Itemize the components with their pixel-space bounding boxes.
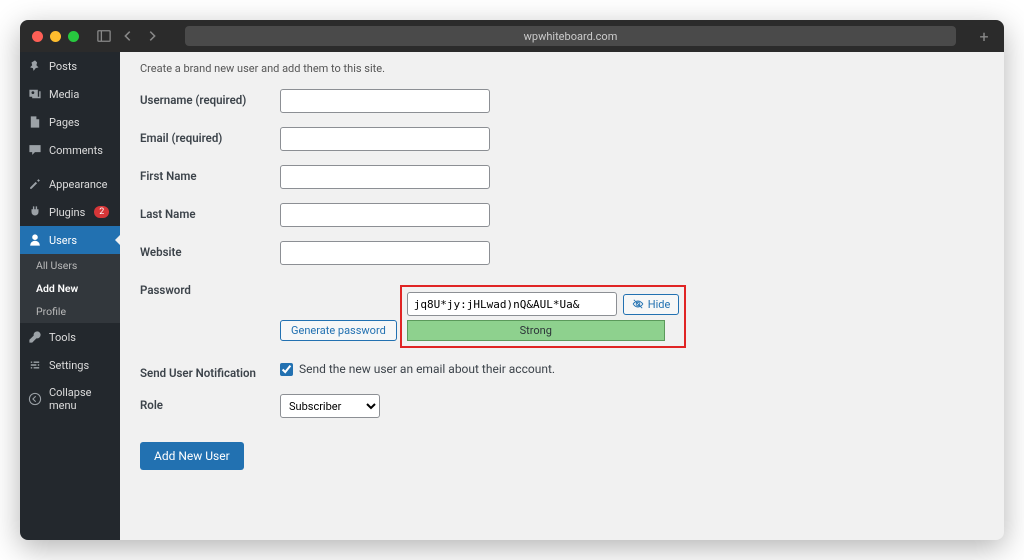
first-name-input[interactable] bbox=[280, 165, 490, 189]
minimize-window-button[interactable] bbox=[50, 31, 61, 42]
sidebar-label: Comments bbox=[49, 144, 103, 157]
media-icon bbox=[28, 87, 42, 101]
sidebar-item-posts[interactable]: Posts bbox=[20, 52, 120, 80]
label-last-name: Last Name bbox=[140, 203, 280, 221]
close-window-button[interactable] bbox=[32, 31, 43, 42]
last-name-input[interactable] bbox=[280, 203, 490, 227]
sidebar-label: Collapse menu bbox=[49, 386, 112, 412]
hide-password-button[interactable]: Hide bbox=[623, 294, 680, 315]
sidebar-sub-all-users[interactable]: All Users bbox=[20, 254, 120, 277]
row-website: Website bbox=[140, 241, 984, 265]
new-tab-button[interactable]: + bbox=[976, 27, 992, 46]
sidebar-label: Pages bbox=[49, 116, 80, 129]
sidebar-sub-profile[interactable]: Profile bbox=[20, 300, 120, 323]
sidebar-item-settings[interactable]: Settings bbox=[20, 351, 120, 379]
main-content: Create a brand new user and add them to … bbox=[120, 52, 1004, 540]
label-password: Password bbox=[140, 279, 280, 297]
settings-icon bbox=[28, 358, 42, 372]
sidebar-label: Users bbox=[49, 234, 77, 247]
label-username: Username (required) bbox=[140, 89, 280, 107]
label-first-name: First Name bbox=[140, 165, 280, 183]
back-icon[interactable] bbox=[121, 29, 135, 43]
titlebar: wpwhiteboard.com + bbox=[20, 20, 1004, 52]
row-username: Username (required) bbox=[140, 89, 984, 113]
sidebar-item-comments[interactable]: Comments bbox=[20, 136, 120, 164]
pages-icon bbox=[28, 115, 42, 129]
sidebar-label: Posts bbox=[49, 60, 77, 73]
sidebar-sub-add-new[interactable]: Add New bbox=[20, 277, 120, 300]
sidebar-label: Media bbox=[49, 88, 79, 101]
row-email: Email (required) bbox=[140, 127, 984, 151]
label-role: Role bbox=[140, 394, 280, 412]
sidebar-collapse[interactable]: Collapse menu bbox=[20, 379, 120, 419]
sidebar-item-pages[interactable]: Pages bbox=[20, 108, 120, 136]
tools-icon bbox=[28, 330, 42, 344]
forward-icon[interactable] bbox=[145, 29, 159, 43]
username-input[interactable] bbox=[280, 89, 490, 113]
row-last-name: Last Name bbox=[140, 203, 984, 227]
traffic-lights bbox=[32, 31, 79, 42]
plugins-icon bbox=[28, 205, 42, 219]
sidebar-item-users[interactable]: Users bbox=[20, 226, 120, 254]
sidebar-item-plugins[interactable]: Plugins 2 bbox=[20, 198, 120, 226]
appearance-icon bbox=[28, 177, 42, 191]
sidebar-toggle-icon[interactable] bbox=[97, 29, 111, 43]
password-input[interactable] bbox=[407, 292, 617, 316]
eye-slash-icon bbox=[632, 298, 644, 310]
sidebar-item-media[interactable]: Media bbox=[20, 80, 120, 108]
titlebar-nav-icons bbox=[97, 29, 159, 43]
row-first-name: First Name bbox=[140, 165, 984, 189]
app-body: Posts Media Pages Comments Appearance bbox=[20, 52, 1004, 540]
collapse-icon bbox=[28, 392, 42, 406]
password-strength: Strong bbox=[407, 320, 665, 341]
row-notification: Send User Notification Send the new user… bbox=[140, 362, 984, 380]
notification-checkbox[interactable] bbox=[280, 363, 293, 376]
sidebar-item-appearance[interactable]: Appearance bbox=[20, 170, 120, 198]
row-password: Password Generate password Hide Strong bbox=[140, 279, 984, 348]
sidebar-label: Settings bbox=[49, 359, 89, 372]
intro-text: Create a brand new user and add them to … bbox=[140, 62, 984, 75]
hide-label: Hide bbox=[648, 298, 671, 311]
role-select[interactable]: Subscriber bbox=[280, 394, 380, 418]
plugins-badge: 2 bbox=[94, 206, 109, 218]
generate-password-button[interactable]: Generate password bbox=[280, 320, 397, 341]
sidebar-label: Tools bbox=[49, 331, 76, 344]
add-new-user-button[interactable]: Add New User bbox=[140, 442, 244, 470]
maximize-window-button[interactable] bbox=[68, 31, 79, 42]
label-website: Website bbox=[140, 241, 280, 259]
website-input[interactable] bbox=[280, 241, 490, 265]
url-bar[interactable]: wpwhiteboard.com bbox=[185, 26, 956, 46]
password-highlight-box: Hide Strong bbox=[400, 285, 687, 348]
notification-text: Send the new user an email about their a… bbox=[299, 362, 555, 376]
sidebar-label: Plugins bbox=[49, 206, 85, 219]
label-email: Email (required) bbox=[140, 127, 280, 145]
admin-sidebar: Posts Media Pages Comments Appearance bbox=[20, 52, 120, 540]
row-role: Role Subscriber bbox=[140, 394, 984, 418]
pin-icon bbox=[28, 59, 42, 73]
sidebar-label: Appearance bbox=[49, 178, 108, 191]
comments-icon bbox=[28, 143, 42, 157]
sidebar-item-tools[interactable]: Tools bbox=[20, 323, 120, 351]
browser-window: wpwhiteboard.com + Posts Media Pages Com… bbox=[20, 20, 1004, 540]
email-input[interactable] bbox=[280, 127, 490, 151]
label-notification: Send User Notification bbox=[140, 362, 280, 380]
users-icon bbox=[28, 233, 42, 247]
